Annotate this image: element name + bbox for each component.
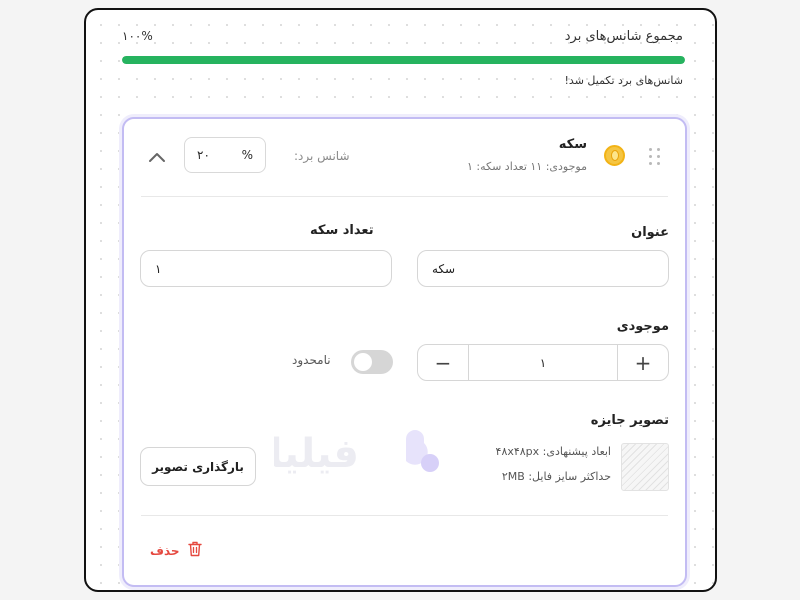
image-placeholder: [621, 443, 669, 491]
coin-count-input[interactable]: ۱: [140, 250, 392, 287]
trash-icon: [187, 541, 202, 561]
divider: [141, 196, 668, 197]
coin-count-label: تعداد سکه: [310, 223, 374, 238]
win-chance-value: ۲۰: [197, 148, 210, 162]
total-chances-label: مجموع شانس‌های برد: [564, 29, 683, 44]
chevron-up-icon[interactable]: [148, 149, 166, 163]
title-input[interactable]: سکه: [417, 250, 669, 287]
prize-subtitle: موجودی: ۱۱ تعداد سکه: ۱: [466, 160, 587, 173]
stock-stepper: − ۱ +: [417, 344, 669, 381]
stock-value[interactable]: ۱: [468, 345, 618, 380]
unlimited-label: نامحدود: [292, 353, 331, 367]
divider: [141, 515, 668, 516]
delete-label: حذف: [150, 544, 180, 558]
delete-button[interactable]: حذف: [150, 541, 202, 561]
stock-label: موجودی: [616, 319, 669, 334]
title-label: عنوان: [631, 225, 669, 240]
toggle-knob: [354, 353, 372, 371]
win-chance-label: شانس برد:: [294, 149, 350, 163]
svg-text:فیلیا: فیلیا: [274, 431, 359, 477]
watermark-logo: فیلیا: [269, 423, 454, 483]
prize-image-label: تصویر جایزه: [590, 413, 669, 428]
prize-card: سکه موجودی: ۱۱ تعداد سکه: ۱ شانس برد: ۲۰…: [122, 117, 687, 587]
app-frame: مجموع شانس‌های برد ۱۰۰% شانس‌های برد تکم…: [84, 8, 717, 592]
completion-message: شانس‌های برد تکمیل شد!: [564, 74, 683, 87]
win-chance-input[interactable]: ۲۰ %: [184, 137, 266, 173]
image-max-size-hint: حداکثر سایز فایل: ۲MB: [501, 470, 611, 483]
increment-button[interactable]: +: [618, 345, 668, 380]
total-chances-value: ۱۰۰%: [122, 29, 153, 43]
progress-bar: [122, 56, 685, 64]
prize-title: سکه: [558, 137, 587, 152]
unlimited-toggle[interactable]: [351, 350, 393, 374]
coin-icon: [604, 145, 625, 166]
upload-image-button[interactable]: بارگذاری تصویر: [140, 447, 256, 486]
progress-fill: [122, 56, 685, 64]
decrement-button[interactable]: −: [418, 345, 468, 380]
image-size-hint: ابعاد پیشنهادی: ۴۸x۴۸px: [495, 445, 611, 458]
drag-handle-icon[interactable]: [649, 148, 661, 166]
percent-sign: %: [241, 148, 253, 162]
